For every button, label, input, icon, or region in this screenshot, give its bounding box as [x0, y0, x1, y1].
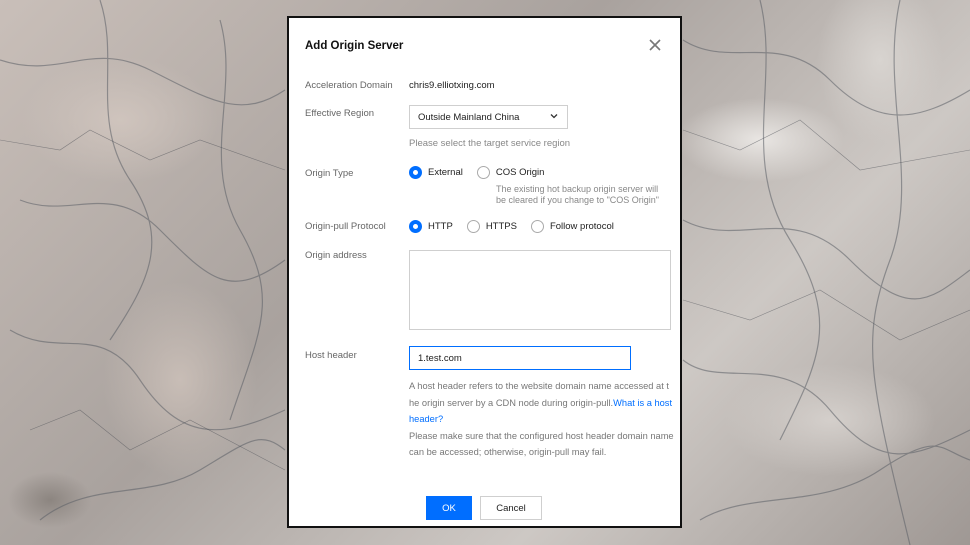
- host-header-description: A host header refers to the website doma…: [409, 378, 674, 461]
- acceleration-domain-label: Acceleration Domain: [305, 80, 393, 91]
- origin-type-label: Origin Type: [305, 168, 354, 179]
- radio-selected-icon: [409, 166, 422, 179]
- cancel-button[interactable]: Cancel: [480, 496, 542, 520]
- protocol-https-radio[interactable]: HTTPS: [466, 220, 517, 233]
- radio-unselected-icon: [530, 220, 544, 233]
- effective-region-selected: Outside Mainland China: [418, 111, 520, 123]
- effective-region-hint: Please select the target service region: [409, 138, 571, 149]
- origin-type-hint-line1: The existing hot backup origin server wi…: [496, 184, 659, 194]
- host-header-desc-warning: Please make sure that the configured hos…: [409, 430, 674, 458]
- origin-address-textarea[interactable]: [409, 250, 671, 330]
- chevron-down-icon: [549, 111, 559, 124]
- acceleration-domain-value: chris9.elliotxing.com: [409, 80, 495, 91]
- protocol-follow-radio[interactable]: Follow protocol: [530, 220, 614, 233]
- origin-type-cos-label: COS Origin: [495, 167, 545, 178]
- radio-unselected-icon: [476, 166, 490, 179]
- protocol-follow-label: Follow protocol: [549, 221, 614, 232]
- radio-selected-icon: [409, 220, 422, 233]
- host-header-value: 1.test.com: [418, 352, 462, 364]
- add-origin-server-dialog: Add Origin Server Acceleration Domain ch…: [287, 16, 682, 528]
- protocol-https-label: HTTPS: [485, 221, 517, 232]
- close-icon[interactable]: [648, 38, 662, 52]
- protocol-http-label: HTTP: [428, 221, 453, 232]
- origin-type-hint-line2: be cleared if you change to "COS Origin": [496, 195, 659, 205]
- dialog-title: Add Origin Server: [305, 40, 404, 52]
- host-header-input[interactable]: 1.test.com: [409, 346, 631, 370]
- effective-region-select[interactable]: Outside Mainland China: [409, 105, 568, 129]
- origin-type-cos-radio[interactable]: COS Origin: [476, 166, 545, 179]
- radio-unselected-icon: [466, 220, 480, 233]
- ok-button[interactable]: OK: [426, 496, 472, 520]
- origin-type-external-radio[interactable]: External: [409, 166, 463, 179]
- origin-type-external-label: External: [428, 167, 463, 178]
- host-header-label: Host header: [305, 350, 357, 361]
- protocol-http-radio[interactable]: HTTP: [409, 220, 453, 233]
- origin-address-label: Origin address: [305, 250, 367, 261]
- effective-region-label: Effective Region: [305, 108, 375, 119]
- origin-pull-protocol-label: Origin-pull Protocol: [305, 221, 386, 232]
